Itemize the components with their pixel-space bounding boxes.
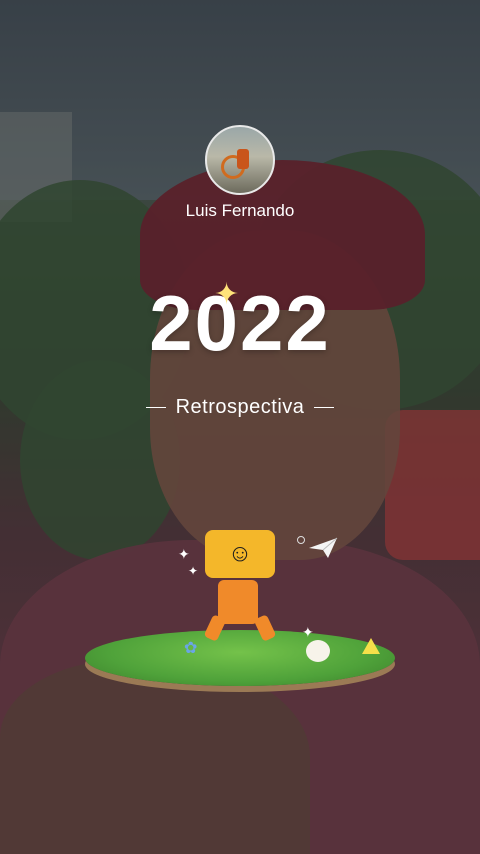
flower-icon: ✿ (184, 640, 198, 657)
grass-island (85, 630, 395, 686)
bike-icon (237, 149, 249, 169)
sparkle-icon: ✦ (214, 278, 240, 311)
sparkle-icon: ✦ (302, 624, 314, 640)
ring-icon (297, 536, 305, 544)
subtitle: Retrospectiva (175, 396, 305, 418)
mascot-head: ☺ (205, 530, 275, 578)
avatar[interactable] (205, 125, 275, 195)
mascot-illustration: ✦ ✦ ☺ ✿ ✦ (80, 520, 400, 700)
mascot-body (218, 580, 258, 624)
sparkle-icon: ✦ (178, 546, 190, 562)
flag-icon (362, 638, 380, 654)
smile-icon: ☺ (227, 540, 253, 567)
story-screen: Luis Fernando 2022 ✦ Retrospectiva ✦ ✦ ☺… (0, 0, 480, 854)
paper-plane-icon (309, 537, 338, 558)
username: Luis Fernando (185, 201, 295, 220)
divider-line (145, 407, 166, 408)
year-title: 2022 (149, 279, 331, 367)
sparkle-icon: ✦ (188, 564, 199, 578)
chick-icon (306, 640, 330, 662)
subtitle-row: Retrospectiva (0, 396, 480, 419)
divider-line (314, 407, 335, 408)
